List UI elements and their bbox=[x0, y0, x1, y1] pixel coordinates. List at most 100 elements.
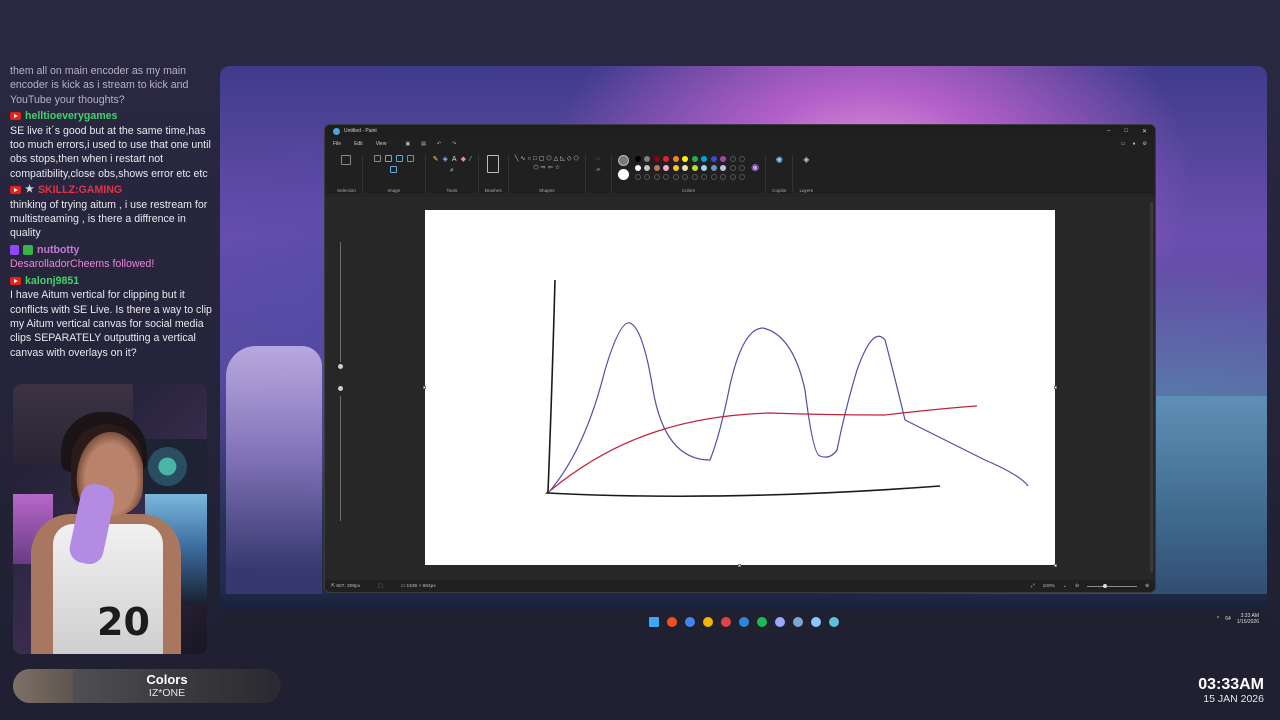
taskbar-app-icon[interactable] bbox=[666, 617, 677, 627]
palette-swatch[interactable] bbox=[672, 155, 679, 162]
share-icon[interactable]: ▤ bbox=[421, 141, 426, 147]
secondary-color-swatch[interactable] bbox=[617, 169, 629, 180]
palette-swatch[interactable] bbox=[701, 155, 708, 162]
palette-swatch[interactable] bbox=[682, 155, 689, 162]
palette-empty-slot[interactable] bbox=[682, 173, 689, 180]
tray-battery[interactable]: 64 bbox=[1225, 616, 1231, 622]
fill-icon[interactable]: ◈ bbox=[443, 155, 448, 163]
comment-icon[interactable]: ▭ bbox=[1121, 141, 1126, 147]
taskbar-app-icon[interactable] bbox=[774, 617, 785, 627]
palette-swatch[interactable] bbox=[663, 155, 670, 162]
pencil-icon[interactable]: ✎ bbox=[433, 155, 439, 163]
taskbar-app-icon[interactable] bbox=[720, 617, 731, 627]
taskbar-app-icon[interactable] bbox=[756, 617, 767, 627]
slider-knob-bottom[interactable] bbox=[338, 386, 343, 391]
layers-icon[interactable]: ◈ bbox=[803, 155, 809, 164]
zoom-slider[interactable] bbox=[1086, 583, 1137, 588]
resize-handle-bottom[interactable] bbox=[738, 564, 741, 567]
vertical-scrollbar[interactable] bbox=[1150, 202, 1153, 572]
color-picker-icon[interactable]: ⁄ bbox=[470, 156, 471, 163]
palette-empty-slot[interactable] bbox=[739, 155, 746, 162]
resize-handle-left[interactable] bbox=[423, 386, 426, 389]
palette-swatch[interactable] bbox=[710, 155, 717, 162]
palette-swatch[interactable] bbox=[653, 164, 660, 171]
resize-handle-corner[interactable] bbox=[1054, 564, 1057, 567]
fit-to-window-icon[interactable]: ⤢ bbox=[1031, 583, 1035, 589]
palette-swatch[interactable] bbox=[720, 155, 727, 162]
triangle-shape-icon[interactable]: △ bbox=[554, 155, 559, 162]
resize-icon[interactable] bbox=[384, 155, 392, 162]
image-select-icon[interactable] bbox=[395, 155, 403, 162]
palette-empty-slot[interactable] bbox=[644, 173, 651, 180]
taskbar-app-icon[interactable] bbox=[702, 617, 713, 627]
menu-file[interactable]: File bbox=[333, 141, 341, 147]
zoom-dropdown-icon[interactable]: ⌄ bbox=[1063, 584, 1067, 589]
palette-swatch[interactable] bbox=[653, 155, 660, 162]
zoom-in-icon[interactable]: ⊕ bbox=[1145, 584, 1149, 589]
copilot-icon[interactable]: ✺ bbox=[776, 155, 784, 166]
pentagon-shape-icon[interactable]: ⬠ bbox=[574, 155, 579, 162]
rotate-icon[interactable] bbox=[390, 166, 398, 173]
palette-empty-slot[interactable] bbox=[653, 173, 660, 180]
palette-swatch[interactable] bbox=[701, 164, 708, 171]
taskbar-app-icon[interactable] bbox=[792, 617, 803, 627]
redo-icon[interactable]: ↷ bbox=[452, 141, 456, 147]
drawing-canvas[interactable] bbox=[423, 210, 1057, 567]
resize-handle-right[interactable] bbox=[1054, 386, 1057, 389]
palette-empty-slot[interactable] bbox=[663, 173, 670, 180]
palette-empty-slot[interactable] bbox=[710, 173, 717, 180]
eraser-icon[interactable]: ◆ bbox=[461, 155, 466, 163]
palette-empty-slot[interactable] bbox=[634, 173, 641, 180]
start-menu-icon[interactable] bbox=[648, 617, 659, 627]
brush-size-slider[interactable] bbox=[330, 226, 350, 526]
palette-empty-slot[interactable] bbox=[720, 173, 727, 180]
star-shape-icon[interactable]: ☆ bbox=[555, 164, 560, 171]
polygon-shape-icon[interactable]: ⬡ bbox=[546, 155, 551, 162]
save-icon[interactable]: ▣ bbox=[405, 141, 410, 147]
tray-clock[interactable]: 3:33 AM 1/15/2026 bbox=[1237, 613, 1259, 625]
edit-colors-icon[interactable]: ◉ bbox=[751, 162, 759, 173]
curve-shape-icon[interactable]: ∿ bbox=[520, 155, 525, 162]
oval-shape-icon[interactable]: ○ bbox=[527, 156, 531, 162]
palette-swatch[interactable] bbox=[682, 164, 689, 171]
palette-swatch[interactable] bbox=[720, 164, 727, 171]
menu-view[interactable]: View bbox=[376, 141, 387, 147]
zoom-level[interactable]: 100% bbox=[1043, 584, 1055, 589]
outline-icon[interactable]: ▱ bbox=[596, 155, 601, 162]
ribbon-group-selection[interactable]: Selection bbox=[331, 155, 363, 193]
minimize-button[interactable]: – bbox=[1107, 128, 1110, 135]
crop-icon[interactable] bbox=[373, 155, 381, 162]
palette-swatch[interactable] bbox=[691, 155, 698, 162]
palette-empty-slot[interactable] bbox=[729, 155, 736, 162]
slider-knob-top[interactable] bbox=[338, 364, 343, 369]
palette-empty-slot[interactable] bbox=[729, 164, 736, 171]
palette-empty-slot[interactable] bbox=[691, 173, 698, 180]
palette-swatch[interactable] bbox=[644, 164, 651, 171]
palette-swatch[interactable] bbox=[634, 164, 641, 171]
palette-swatch[interactable] bbox=[672, 164, 679, 171]
tray-chevron-icon[interactable]: ^ bbox=[1217, 616, 1219, 622]
account-icon[interactable]: ● bbox=[1132, 141, 1135, 147]
palette-empty-slot[interactable] bbox=[739, 173, 746, 180]
taskbar-app-icon[interactable] bbox=[738, 617, 749, 627]
menu-edit[interactable]: Edit bbox=[354, 141, 363, 147]
right-triangle-shape-icon[interactable]: ◺ bbox=[560, 155, 565, 162]
palette-swatch[interactable] bbox=[663, 164, 670, 171]
undo-icon[interactable]: ↶ bbox=[437, 141, 441, 147]
hexagon-shape-icon[interactable]: ⬡ bbox=[533, 164, 538, 171]
arrow-right-shape-icon[interactable]: ⇨ bbox=[541, 164, 546, 171]
rectangle-shape-icon[interactable]: □ bbox=[533, 156, 537, 162]
palette-empty-slot[interactable] bbox=[739, 164, 746, 171]
primary-color-swatch[interactable] bbox=[617, 155, 629, 166]
diamond-shape-icon[interactable]: ◇ bbox=[567, 155, 572, 162]
palette-swatch[interactable] bbox=[691, 164, 698, 171]
brush-icon[interactable] bbox=[487, 155, 500, 173]
taskbar-app-icon[interactable] bbox=[828, 617, 839, 627]
arrow-left-shape-icon[interactable]: ⇦ bbox=[548, 164, 553, 171]
palette-swatch[interactable] bbox=[634, 155, 641, 162]
taskbar-app-icon[interactable] bbox=[810, 617, 821, 627]
zoom-out-icon[interactable]: ⊖ bbox=[1075, 584, 1079, 589]
shape-fill-icon[interactable]: ▰ bbox=[596, 166, 601, 173]
line-shape-icon[interactable]: ╲ bbox=[515, 155, 519, 162]
remove-bg-icon[interactable] bbox=[406, 155, 414, 162]
